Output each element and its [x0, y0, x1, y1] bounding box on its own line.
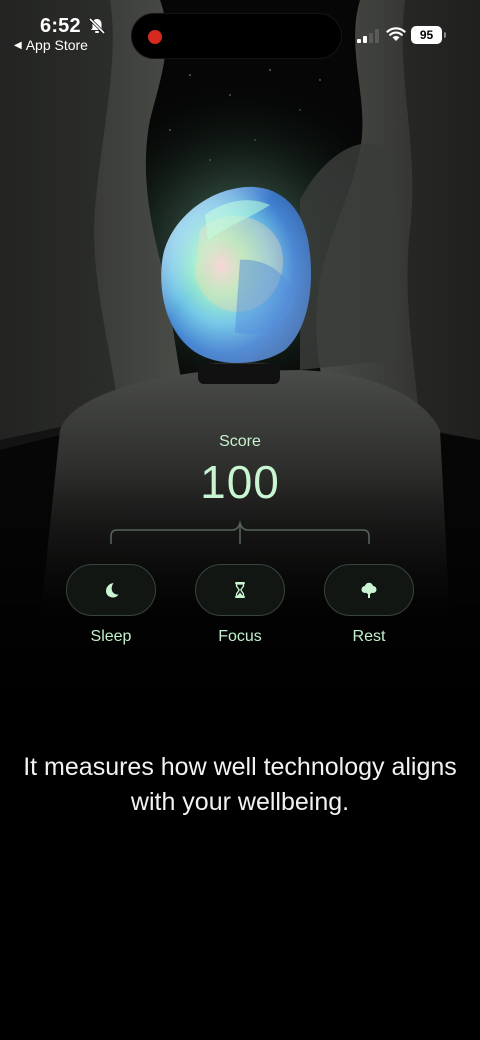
focus-label: Focus — [218, 628, 262, 645]
focus-button[interactable] — [195, 564, 285, 616]
score-value: 100 — [200, 456, 280, 508]
onboarding-description: It measures how well technology aligns w… — [23, 753, 457, 816]
moon-icon — [106, 583, 119, 598]
recording-indicator-icon — [148, 30, 162, 44]
back-to-app-store[interactable]: ◀ App Store — [14, 37, 88, 53]
hourglass-icon — [235, 582, 245, 598]
cellular-signal-icon — [357, 29, 379, 43]
app-screen: 6:52 ◀ App Store 95 Score 100 Sleep Focu… — [0, 0, 480, 1040]
bell-slash-icon — [88, 17, 106, 35]
status-time: 6:52 — [40, 15, 81, 37]
sleep-button[interactable] — [66, 564, 156, 616]
battery-indicator: 95 — [411, 26, 446, 44]
sleep-label: Sleep — [90, 628, 132, 645]
score-label: Score — [219, 433, 261, 450]
wifi-icon — [386, 27, 406, 41]
tree-icon — [361, 582, 377, 598]
rest-button[interactable] — [324, 564, 414, 616]
status-bar: 6:52 ◀ App Store 95 — [0, 0, 480, 60]
rest-label: Rest — [352, 628, 386, 645]
back-arrow-icon: ◀ — [14, 39, 22, 51]
dynamic-island — [131, 13, 342, 59]
back-app-label: App Store — [25, 37, 88, 53]
score-connector-bracket — [110, 520, 370, 544]
